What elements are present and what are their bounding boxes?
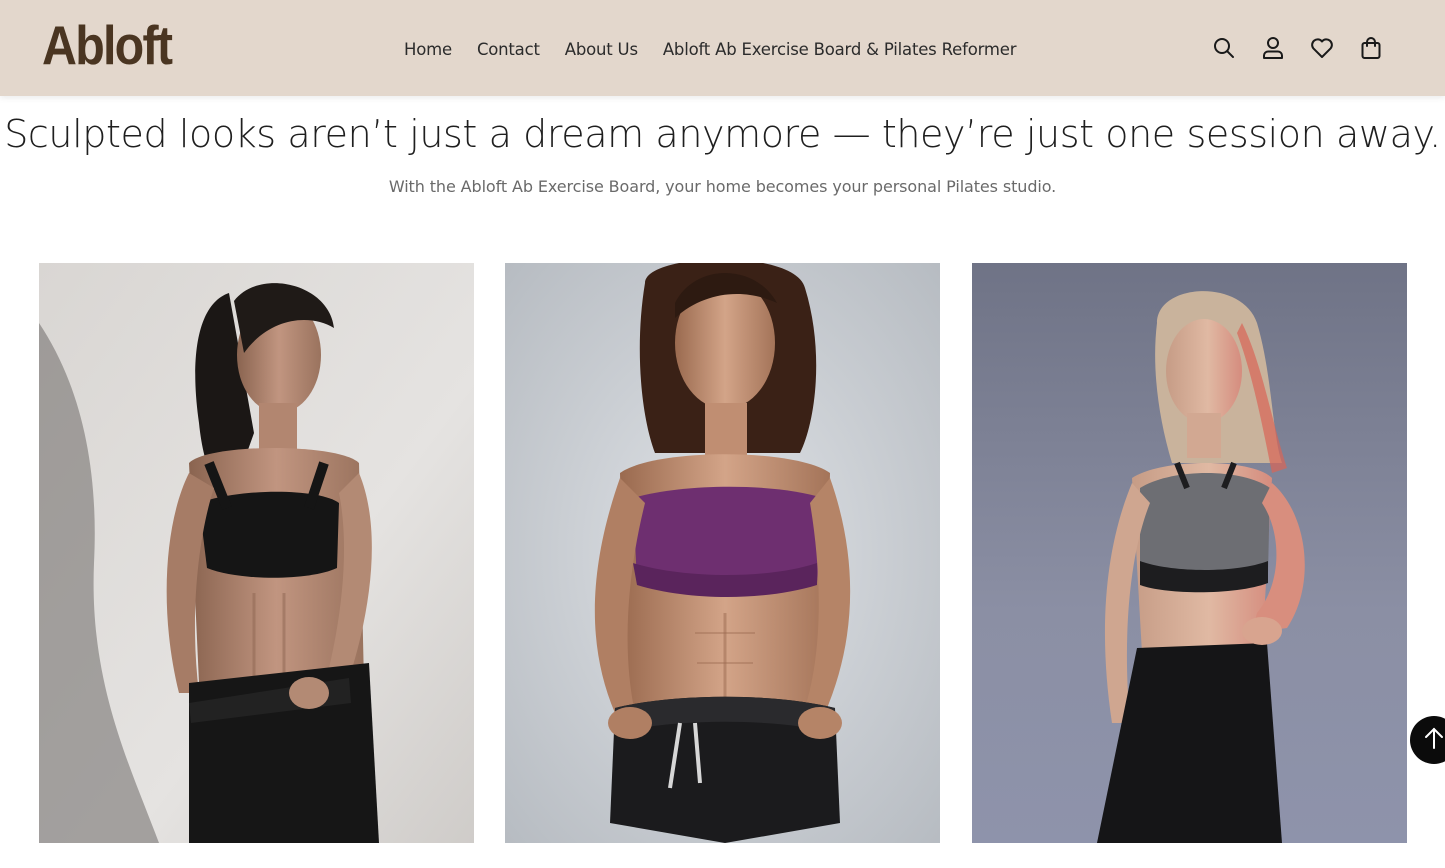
nav-link-contact[interactable]: Contact (477, 40, 540, 59)
shopping-bag-icon[interactable] (1359, 34, 1383, 62)
account-icon[interactable] (1261, 34, 1285, 62)
hero-subtitle: With the Abloft Ab Exercise Board, your … (388, 177, 1057, 196)
wishlist-heart-icon[interactable] (1310, 34, 1334, 62)
nav-link-about-us[interactable]: About Us (565, 40, 638, 59)
nav-link-product[interactable]: Abloft Ab Exercise Board & Pilates Refor… (663, 40, 1017, 59)
back-to-top-button[interactable] (1410, 716, 1445, 764)
nav-link-home[interactable]: Home (404, 40, 452, 59)
gallery-image-2 (505, 263, 940, 843)
search-icon[interactable] (1212, 34, 1236, 62)
site-header: Abloft Home Contact About Us Abloft Ab E… (0, 0, 1445, 96)
model-photo-purple-top (505, 263, 940, 843)
image-gallery (39, 263, 1407, 843)
hero-title: Sculpted looks aren’t just a dream anymo… (4, 112, 1441, 156)
gallery-image-1 (39, 263, 474, 843)
model-photo-grey-top (972, 263, 1407, 843)
model-photo-black-top (39, 263, 474, 843)
arrow-up-icon (1424, 727, 1444, 753)
gallery-image-3 (972, 263, 1407, 843)
brand-logo[interactable]: Abloft (42, 14, 173, 76)
header-actions (1212, 34, 1383, 62)
main-nav: Home Contact About Us Abloft Ab Exercise… (404, 36, 1016, 62)
